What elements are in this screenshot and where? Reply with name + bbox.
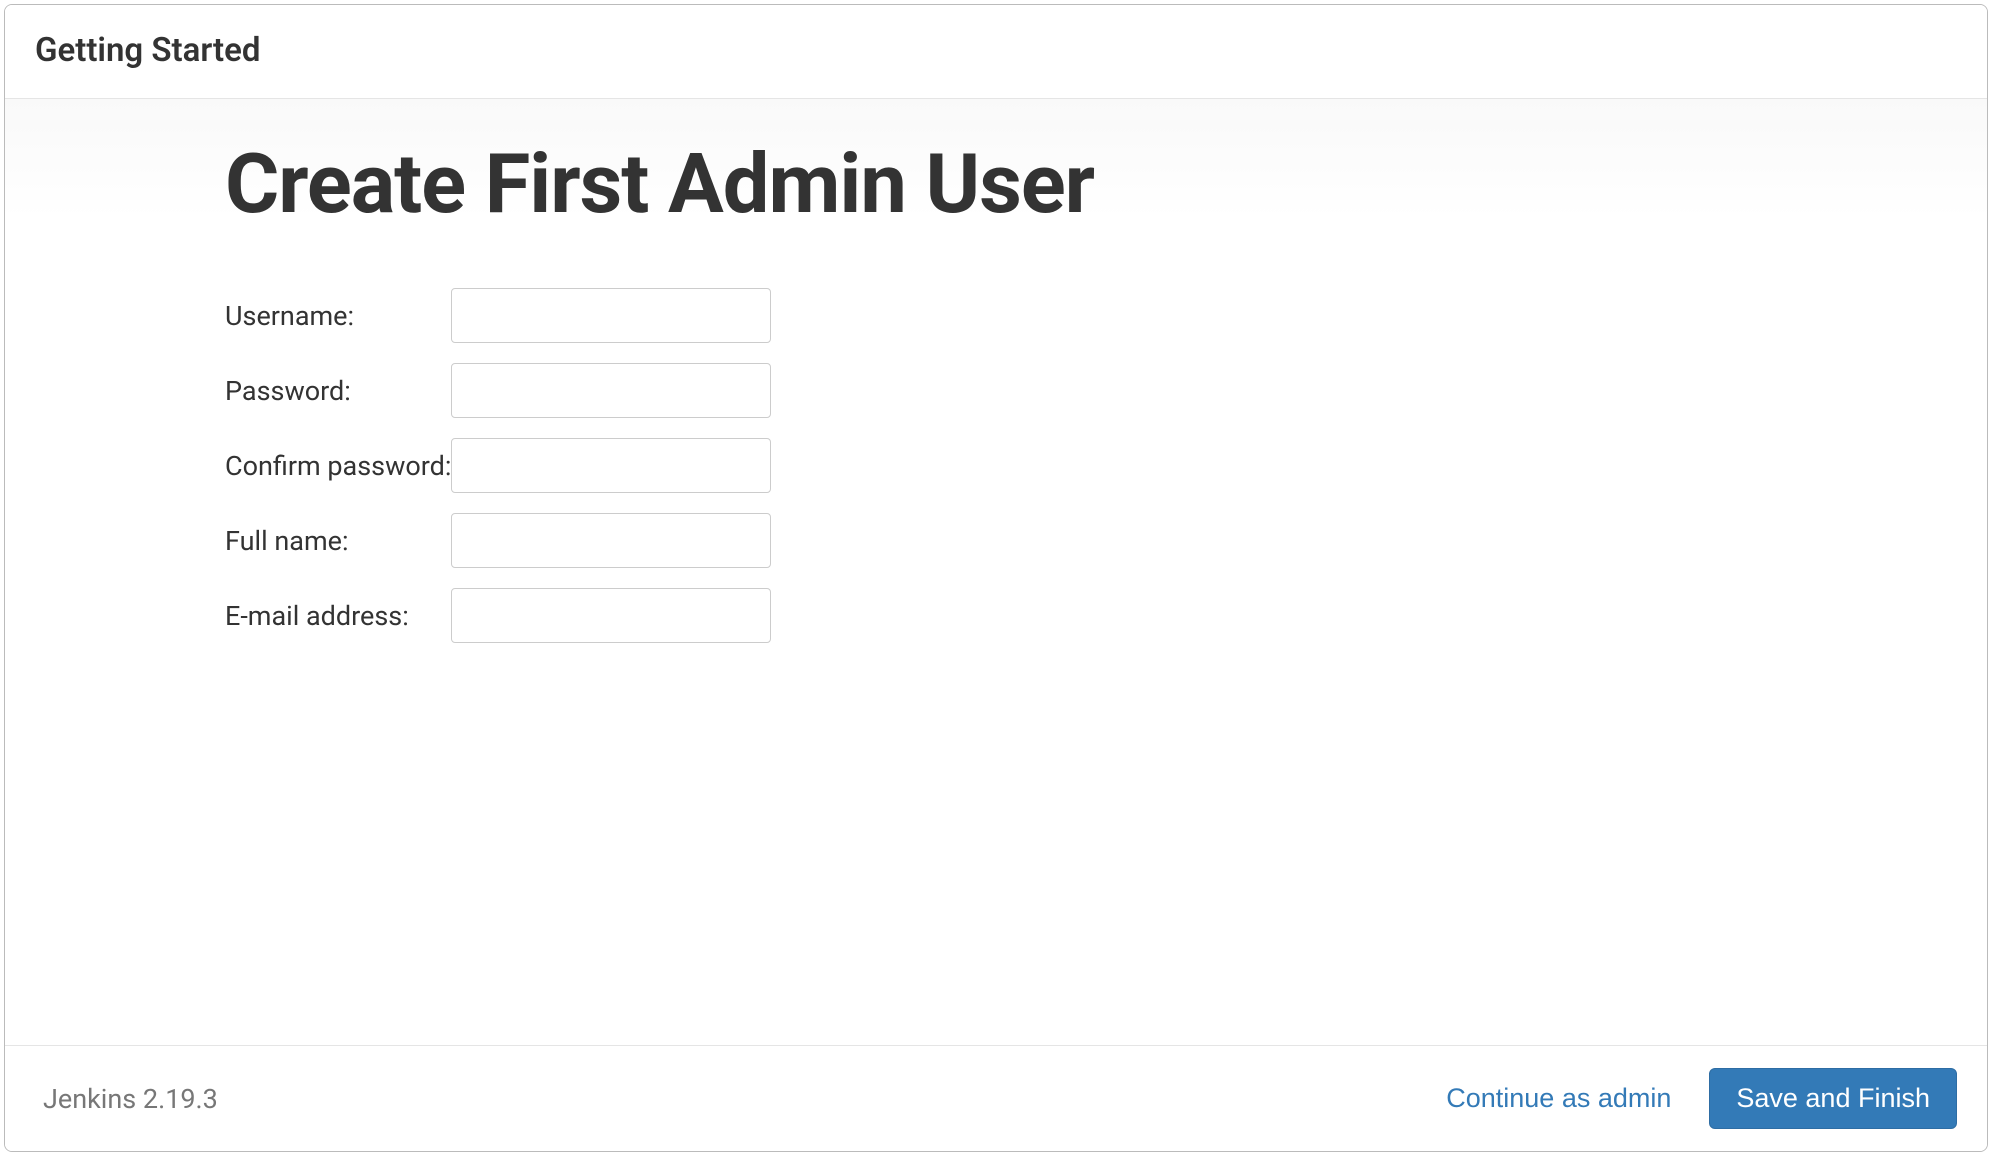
version-label: Jenkins 2.19.3: [43, 1083, 218, 1115]
modal-header: Getting Started: [5, 5, 1987, 99]
modal-header-title: Getting Started: [35, 31, 1957, 70]
save-and-finish-button[interactable]: Save and Finish: [1709, 1068, 1957, 1129]
username-input[interactable]: [451, 288, 771, 343]
modal-footer: Jenkins 2.19.3 Continue as admin Save an…: [5, 1045, 1987, 1151]
admin-user-form: Username: Password: Confirm password:: [225, 278, 771, 653]
username-label: Username:: [225, 278, 451, 353]
fullname-label: Full name:: [225, 503, 451, 578]
row-password: Password:: [225, 353, 771, 428]
email-input[interactable]: [451, 588, 771, 643]
setup-wizard-modal: Getting Started Create First Admin User …: [4, 4, 1988, 1152]
confirm-password-label: Confirm password:: [225, 428, 451, 503]
password-input[interactable]: [451, 363, 771, 418]
continue-as-admin-button[interactable]: Continue as admin: [1426, 1071, 1691, 1126]
password-label: Password:: [225, 353, 451, 428]
fullname-input[interactable]: [451, 513, 771, 568]
row-email: E-mail address:: [225, 578, 771, 653]
modal-body: Create First Admin User Username: Passwo…: [5, 99, 1987, 1045]
confirm-password-input[interactable]: [451, 438, 771, 493]
row-confirm-password: Confirm password:: [225, 428, 771, 503]
email-label: E-mail address:: [225, 578, 451, 653]
row-username: Username:: [225, 278, 771, 353]
row-fullname: Full name:: [225, 503, 771, 578]
page-title: Create First Admin User: [225, 139, 1767, 230]
content-inner: Create First Admin User Username: Passwo…: [5, 99, 1987, 653]
